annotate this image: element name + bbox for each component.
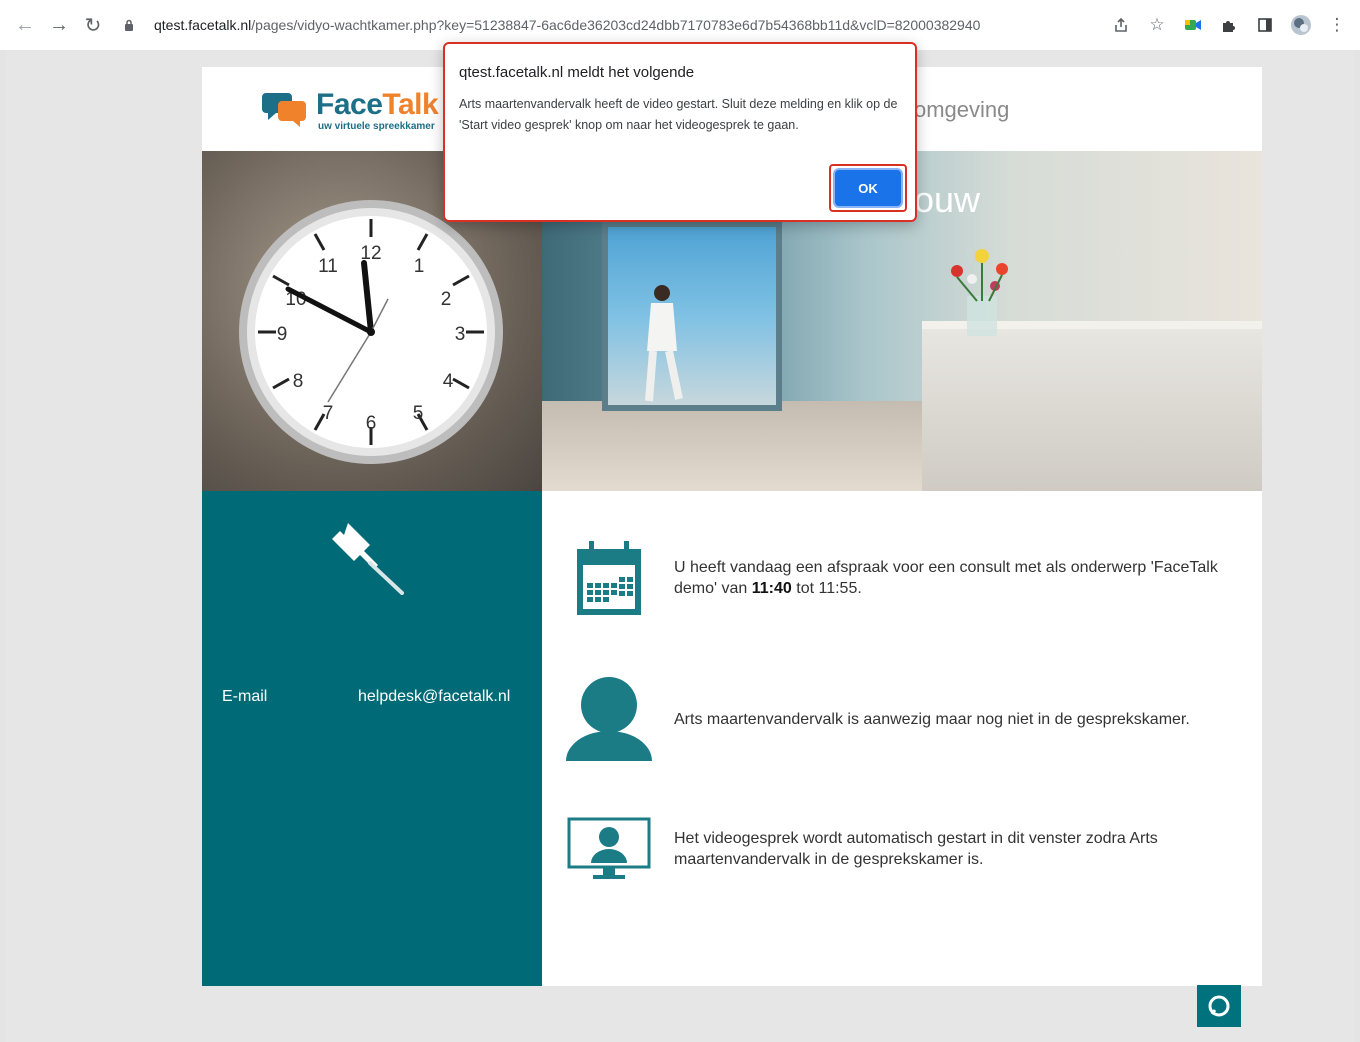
profile-avatar-icon[interactable] — [1288, 10, 1314, 40]
doctor-status-text: Arts maartenvandervalk is aanwezig maar … — [674, 710, 1190, 728]
ok-button-highlight: OK — [829, 164, 907, 212]
chat-bubbles-icon — [262, 93, 306, 127]
video-status-row: Het videogesprek wordt automatisch gesta… — [566, 817, 1234, 881]
lock-icon[interactable] — [118, 19, 140, 32]
back-arrow-icon[interactable]: ← — [8, 8, 42, 42]
svg-text:6: 6 — [366, 413, 377, 434]
reload-icon[interactable]: ↻ — [76, 8, 110, 42]
extensions-puzzle-icon[interactable] — [1216, 10, 1242, 40]
hero-heading: ouw — [914, 179, 981, 220]
header-title: omgeving — [914, 97, 1010, 122]
flowers-icon — [951, 249, 1008, 336]
nurse-figure — [645, 285, 683, 402]
svg-text:1: 1 — [414, 256, 425, 277]
dialog-message: Arts maartenvandervalk heeft de video ge… — [459, 97, 898, 132]
url-text[interactable]: qtest.facetalk.nl/pages/vidyo-wachtkamer… — [154, 17, 980, 33]
appointment-text: U heeft vandaag een afspraak voor een co… — [674, 559, 1218, 597]
contact-panel: E-mail helpdesk@facetalk.nl — [202, 491, 542, 986]
chat-circle-icon — [1208, 995, 1230, 1017]
pushpin-icon — [332, 523, 404, 595]
person-icon — [566, 677, 652, 761]
svg-text:4: 4 — [443, 371, 454, 392]
address-bar[interactable]: qtest.facetalk.nl/pages/vidyo-wachtkamer… — [118, 10, 1178, 40]
menu-kebab-icon[interactable]: ⋮ — [1324, 10, 1350, 40]
alert-dialog: qtest.facetalk.nl meldt het volgende Art… — [443, 42, 917, 222]
share-icon[interactable] — [1108, 10, 1134, 40]
svg-text:9: 9 — [277, 324, 288, 345]
svg-text:8: 8 — [293, 371, 304, 392]
video-monitor-icon — [567, 817, 651, 879]
chat-widget-button[interactable] — [1197, 985, 1241, 1027]
side-panel-icon[interactable] — [1252, 10, 1278, 40]
logo-wordmark: FaceTalk — [316, 88, 439, 121]
svg-text:3: 3 — [455, 324, 466, 345]
facetalk-logo[interactable]: FaceTalk uw virtuele spreekkamer — [262, 88, 439, 132]
logo-tagline: uw virtuele spreekkamer — [318, 121, 435, 132]
svg-text:7: 7 — [323, 403, 334, 424]
bookmark-star-icon[interactable]: ☆ — [1144, 10, 1170, 40]
wall-clock-icon: 1212 345 678 91011 — [239, 200, 503, 464]
svg-text:5: 5 — [413, 403, 424, 424]
svg-text:11: 11 — [318, 256, 338, 277]
email-link[interactable]: helpdesk@facetalk.nl — [358, 688, 510, 706]
forward-arrow-icon[interactable]: → — [42, 8, 76, 42]
email-label: E-mail — [222, 688, 268, 705]
dialog-title: qtest.facetalk.nl meldt het volgende — [459, 64, 695, 81]
reception-desk — [922, 321, 1262, 491]
svg-text:2: 2 — [441, 289, 452, 310]
meet-extension-icon[interactable] — [1180, 10, 1206, 40]
video-status-text: Het videogesprek wordt automatisch gesta… — [674, 830, 1158, 868]
corridor-door — [602, 221, 782, 411]
appointment-row: U heeft vandaag een afspraak voor een co… — [566, 539, 1234, 617]
doctor-status-row: Arts maartenvandervalk is aanwezig maar … — [566, 677, 1234, 761]
ok-button[interactable]: OK — [835, 170, 901, 206]
calendar-icon — [577, 541, 641, 615]
